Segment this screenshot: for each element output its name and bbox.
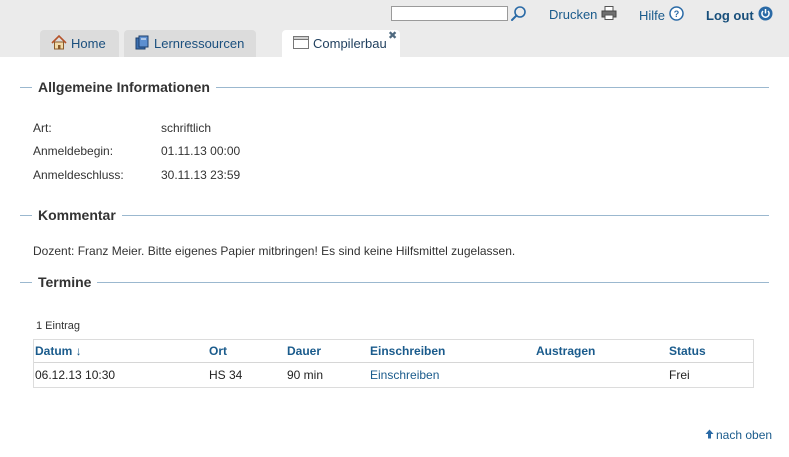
einschreiben-link[interactable]: Einschreiben <box>370 368 439 382</box>
table-header-row: Datum ↓ Ort Dauer Einschreiben Austragen… <box>34 340 753 363</box>
column-header-dauer[interactable]: Dauer <box>287 344 321 358</box>
column-header-status[interactable]: Status <box>669 344 706 358</box>
section-title: Termine <box>32 273 98 291</box>
field-value-anmeldebegin: 01.11.13 00:00 <box>161 144 241 158</box>
home-icon <box>51 34 67 53</box>
divider <box>20 282 769 283</box>
top-header: Drucken Hilfe ? Log out Home Lernressour… <box>0 0 789 57</box>
search-input[interactable] <box>391 6 508 21</box>
cell-status: Frei <box>669 368 690 382</box>
cell-ort: HS 34 <box>209 368 243 382</box>
field-label-anmeldebegin: Anmeldebegin: <box>33 144 114 158</box>
field-value-anmeldeschluss: 30.11.13 23:59 <box>161 168 241 182</box>
back-to-top-link[interactable]: nach oben <box>705 428 772 442</box>
window-icon <box>293 35 309 52</box>
column-header-austragen[interactable]: Austragen <box>536 344 595 358</box>
tab-home[interactable]: Home <box>40 30 119 57</box>
column-header-einschreiben[interactable]: Einschreiben <box>370 344 445 358</box>
print-label: Drucken <box>549 7 598 22</box>
cell-datum: 06.12.13 10:30 <box>35 368 116 382</box>
arrow-up-icon <box>705 428 714 442</box>
section-comment: Kommentar <box>20 206 769 224</box>
termine-table: Datum ↓ Ort Dauer Einschreiben Austragen… <box>33 339 754 388</box>
tab-label: Home <box>71 36 106 51</box>
logout-label: Log out <box>706 7 754 23</box>
section-title: Allgemeine Informationen <box>32 78 216 96</box>
cell-dauer: 90 min <box>287 368 324 382</box>
tab-label: Lernressourcen <box>154 36 245 51</box>
column-header-datum[interactable]: Datum ↓ <box>35 344 82 358</box>
section-termine: Termine <box>20 273 769 291</box>
tab-lernressourcen[interactable]: Lernressourcen <box>124 30 256 57</box>
section-general: Allgemeine Informationen <box>20 78 769 96</box>
tab-label: Compilerbau <box>313 36 387 51</box>
section-title: Kommentar <box>32 206 122 224</box>
help-icon: ? <box>669 6 684 24</box>
divider <box>20 215 769 216</box>
svg-text:?: ? <box>674 9 680 19</box>
search-icon[interactable] <box>510 5 528 23</box>
column-header-ort[interactable]: Ort <box>209 344 227 358</box>
entry-count: 1 Eintrag <box>36 320 81 332</box>
back-to-top-label: nach oben <box>716 428 773 442</box>
comment-text: Dozent: Franz Meier. Bitte eigenes Papie… <box>33 244 516 258</box>
power-icon <box>758 6 773 24</box>
close-tab-icon[interactable]: ✖ <box>388 31 398 42</box>
books-icon <box>135 35 150 53</box>
field-label-art: Art: <box>33 121 52 135</box>
help-link[interactable]: Hilfe ? <box>639 6 684 24</box>
tab-compilerbau[interactable]: Compilerbau <box>282 30 400 57</box>
logout-link[interactable]: Log out <box>706 6 773 24</box>
printer-icon <box>601 6 617 23</box>
help-label: Hilfe <box>639 7 666 23</box>
print-link[interactable]: Drucken <box>549 6 617 23</box>
table-row: 06.12.13 10:30 HS 34 90 min Einschreiben… <box>34 364 753 387</box>
field-value-art: schriftlich <box>161 121 212 135</box>
field-label-anmeldeschluss: Anmeldeschluss: <box>33 168 124 182</box>
